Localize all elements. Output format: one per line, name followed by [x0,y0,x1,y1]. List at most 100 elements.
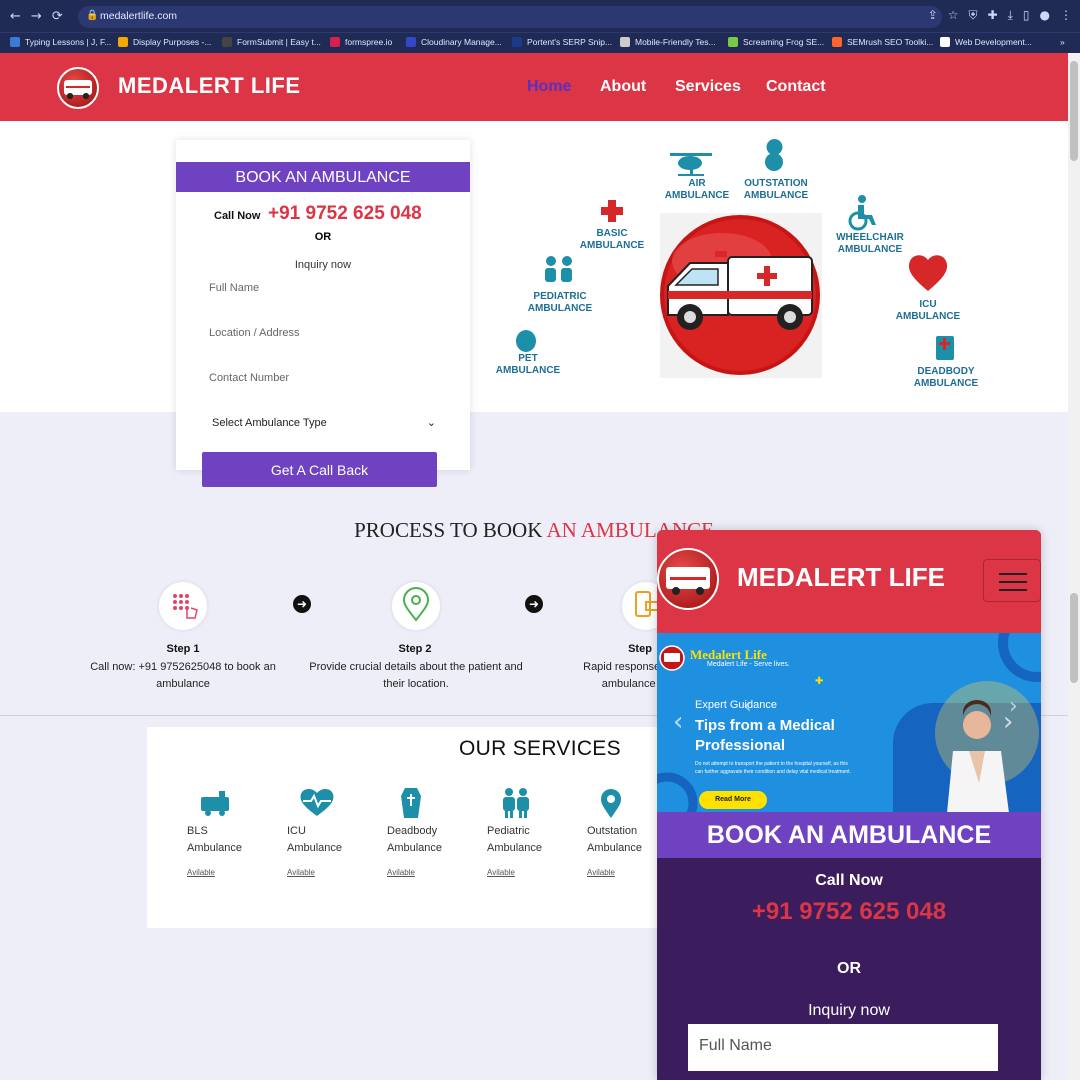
nav-contact[interactable]: Contact [766,78,826,96]
mobile-header: MEDALERT LIFE [657,530,1041,633]
hero-label-icu: ICU AMBULANCE [895,299,961,322]
banner-heading: Tips from a Medical Professional [695,717,835,754]
kebab-menu-icon[interactable]: ⋮ [1060,8,1072,22]
bookmark-item[interactable]: Portent's SERP Snip... [512,37,612,47]
share-icon[interactable]: ⇪ [928,8,938,22]
bookmarks-overflow-icon[interactable]: » [1060,37,1065,47]
forward-icon[interactable]: → [31,9,42,24]
bookmarks-bar: Typing Lessons | J, F... Display Purpose… [0,32,1080,53]
hero-label-pediatric: PEDIATRIC AMBULANCE [527,291,593,314]
back-icon[interactable]: ← [10,9,21,24]
bookmark-item[interactable]: Cloudinary Manage... [406,37,502,47]
puzzle-icon[interactable]: ✚ [988,8,998,22]
sidepanel-icon[interactable]: ▯ [1023,8,1030,22]
mobile-full-name-input[interactable]: Full Name [688,1024,998,1071]
bookmark-favicon-icon [118,37,128,47]
carousel-next-icon[interactable]: › [1003,707,1013,737]
step-2-description: Provide crucial details about the patien… [309,661,523,690]
inquiry-label: Inquiry now [294,259,352,271]
bookmark-favicon-icon [728,37,738,47]
location-input[interactable]: Location / Address [209,327,449,339]
location-pin-icon [392,582,440,630]
bookmark-item[interactable]: FormSubmit | Easy t... [222,37,321,47]
ambulance-icon [201,791,229,816]
bookmark-item[interactable]: Typing Lessons | J, F... [10,37,111,47]
coffin-icon [401,788,421,818]
ambulance-logo-icon[interactable] [57,67,99,109]
bookmark-favicon-icon [330,37,340,47]
full-name-input[interactable]: Full Name [209,282,449,294]
bookmark-favicon-icon [406,37,416,47]
mobile-inquiry-label: Inquiry now [808,1002,890,1019]
bookmark-favicon-icon [512,37,522,47]
get-call-back-button[interactable]: Get A Call Back [202,452,437,487]
ambulance-type-select[interactable]: Select Ambulance Type ⌄ [212,417,436,429]
availability-link[interactable]: Avilable [587,868,615,877]
mobile-or-label: OR [837,960,861,977]
banner-logo-tagline: Medalert Life - Serve lives. [707,661,790,668]
bookmark-item[interactable]: SEMrush SEO Toolki... [832,37,933,47]
star-icon[interactable]: ☆ [948,8,959,22]
bookmark-favicon-icon [222,37,232,47]
services-title: OUR SERVICES [459,737,621,760]
availability-link[interactable]: Avilable [187,868,215,877]
arrow-right-icon: ➜ [525,595,543,613]
bookmark-item[interactable]: Screaming Frog SE... [728,37,824,47]
mobile-call-now-label: Call Now [815,872,883,889]
profile-icon[interactable]: ● [1040,8,1050,22]
phone-link[interactable]: +91 9752 625 048 [268,203,422,225]
mobile-booking-title: BOOK AN AMBULANCE [657,812,1041,858]
promo-banner: ✚ ‹ › Medalert Life Medalert Life - Serv… [657,633,1041,813]
call-now-label: Call Now [214,210,261,222]
address-bar[interactable]: 🔒 medalertlife.com [78,6,942,28]
booking-card: BOOK AN AMBULANCE Call Now +91 9752 625 … [176,140,470,470]
carousel-prev-icon[interactable]: ‹ [673,707,683,737]
mobile-brand[interactable]: MEDALERT LIFE [737,562,945,593]
hero-label-air: AIR AMBULANCE [664,178,730,201]
hero-label-pet: PET AMBULANCE [495,353,561,376]
bookmark-favicon-icon [832,37,842,47]
heartbeat-icon [300,788,334,816]
bookmark-item[interactable]: Mobile-Friendly Tes... [620,37,716,47]
step-1-title: Step 1 [166,643,200,655]
bookmark-item[interactable]: Web Development... [940,37,1032,47]
reload-icon[interactable]: ⟳ [52,9,63,24]
site-brand[interactable]: MEDALERT LIFE [118,73,301,99]
browser-nav: ← → ⟳ [10,9,73,24]
bookmark-favicon-icon [620,37,630,47]
children-icon [503,788,529,818]
address-url: medalertlife.com [100,10,178,22]
bookmark-item[interactable]: formspree.io [330,37,392,47]
page-scrollbar[interactable] [1068,53,1080,1080]
nav-home[interactable]: Home [527,78,571,96]
bookmark-favicon-icon [940,37,950,47]
svg-text:✚: ✚ [815,676,823,687]
banner-body: Do not attempt to transport the patient … [695,761,851,775]
services-section: OUR SERVICES BLS Ambulance Avilable ICU Am… [147,727,667,928]
availability-link[interactable]: Avilable [387,868,415,877]
contact-number-input[interactable]: Contact Number [209,372,449,384]
or-label: OR [314,231,332,243]
nav-about[interactable]: About [600,78,646,96]
read-more-button[interactable]: Read More [699,791,767,809]
booking-title: BOOK AN AMBULANCE [176,162,470,192]
availability-link[interactable]: Avilable [487,868,515,877]
mobile-phone-link[interactable]: +91 9752 625 048 [657,898,1041,926]
nav-services[interactable]: Services [675,78,741,96]
ambulance-logo-icon[interactable] [657,548,719,610]
shield-icon[interactable]: ⛨ [969,8,978,22]
banner-eyebrow: Expert Guidance [695,699,777,711]
hero-label-outstation: OUTSTATION AMBULANCE [743,178,809,201]
map-pin-icon [601,789,621,818]
step-1-description: Call now: +91 9752625048 to book an ambul… [90,661,276,690]
mobile-preview: MEDALERT LIFE ✚ ‹ › Medalert Life Medale… [657,530,1041,1080]
browser-actions: ⇪ ☆ ⛨ ✚ ⤓ ▯ ● ⋮ [918,8,1072,23]
hamburger-menu-icon[interactable] [983,559,1041,602]
hero-label-basic: BASIC AMBULANCE [579,228,645,251]
availability-link[interactable]: Avilable [287,868,315,877]
arrow-right-icon: ➜ [293,595,311,613]
download-icon[interactable]: ⤓ [1008,8,1013,22]
chevron-down-icon: ⌄ [426,417,436,429]
select-value: Select Ambulance Type [212,417,327,429]
bookmark-item[interactable]: Display Purposes -... [118,37,211,47]
